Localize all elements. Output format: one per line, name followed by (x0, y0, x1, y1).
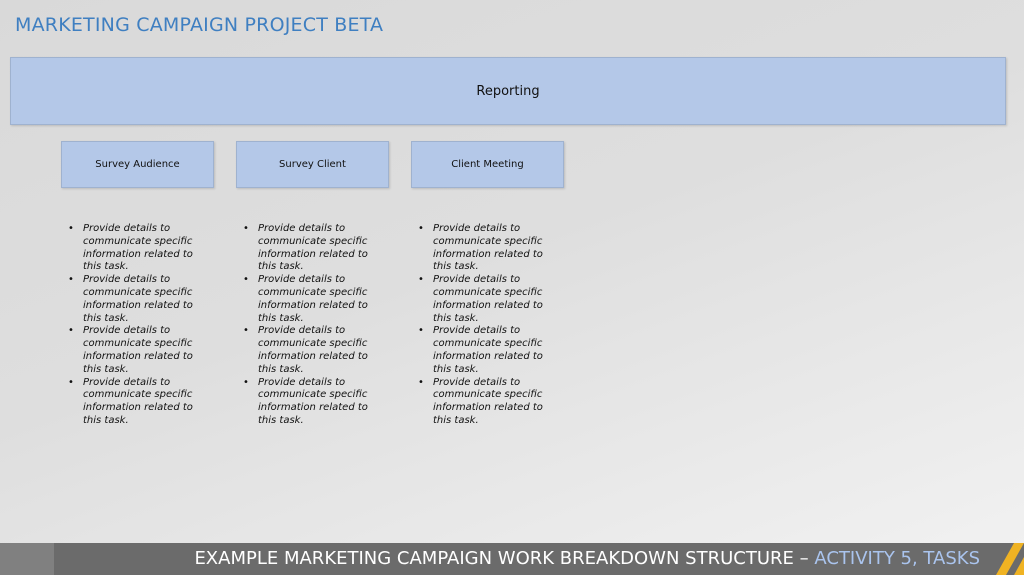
task-details-survey-audience: Provide details to communicate specific … (68, 223, 198, 428)
footer-title: EXAMPLE MARKETING CAMPAIGN WORK BREAKDOW… (194, 548, 980, 569)
footer-title-highlight: ACTIVITY 5, TASKS (814, 548, 980, 569)
task-details-client-meeting: Provide details to communicate specific … (418, 223, 548, 428)
task-box-survey-client: Survey Client (236, 141, 389, 188)
phase-box-reporting: Reporting (10, 57, 1006, 125)
detail-bullet: Provide details to communicate specific … (243, 377, 373, 428)
detail-bullet: Provide details to communicate specific … (243, 325, 373, 376)
footer-title-main: EXAMPLE MARKETING CAMPAIGN WORK BREAKDOW… (194, 548, 815, 569)
phase-label: Reporting (476, 83, 540, 99)
detail-bullet: Provide details to communicate specific … (68, 377, 198, 428)
task-details-survey-client: Provide details to communicate specific … (243, 223, 373, 428)
task-label: Survey Client (279, 159, 346, 170)
detail-bullet: Provide details to communicate specific … (243, 274, 373, 325)
task-label: Client Meeting (451, 159, 524, 170)
footer-left-block (0, 543, 54, 575)
footer-bar: EXAMPLE MARKETING CAMPAIGN WORK BREAKDOW… (0, 543, 1024, 575)
detail-bullet: Provide details to communicate specific … (243, 223, 373, 274)
detail-bullet: Provide details to communicate specific … (68, 223, 198, 274)
detail-bullet: Provide details to communicate specific … (418, 377, 548, 428)
task-box-survey-audience: Survey Audience (61, 141, 214, 188)
detail-bullet: Provide details to communicate specific … (418, 223, 548, 274)
task-box-client-meeting: Client Meeting (411, 141, 564, 188)
detail-bullet: Provide details to communicate specific … (418, 325, 548, 376)
detail-bullet: Provide details to communicate specific … (68, 325, 198, 376)
detail-bullet: Provide details to communicate specific … (68, 274, 198, 325)
detail-bullet: Provide details to communicate specific … (418, 274, 548, 325)
slide-title: MARKETING CAMPAIGN PROJECT BETA (15, 14, 384, 36)
task-label: Survey Audience (95, 159, 180, 170)
accent-stripe-icon (984, 543, 1024, 575)
